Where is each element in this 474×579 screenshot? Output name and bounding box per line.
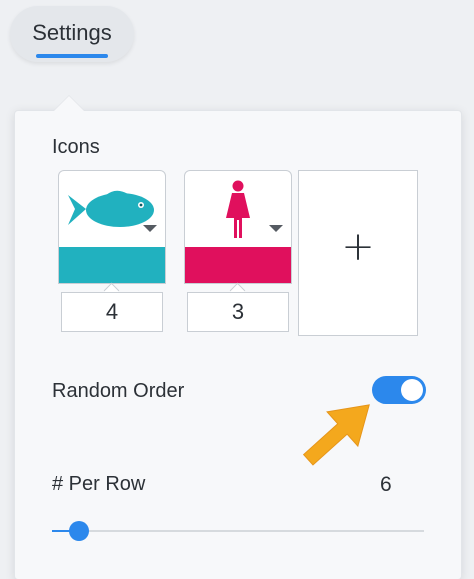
color-swatch-woman[interactable] [185,247,291,283]
settings-tab[interactable]: Settings [10,6,134,62]
icon-card-fish[interactable] [58,170,166,284]
add-icon-button[interactable]: + [298,170,418,336]
popover-arrow [54,96,84,111]
pointer-arrow-icon [302,404,370,466]
toggle-knob [401,379,423,401]
chevron-down-icon[interactable] [143,225,157,232]
icon-card-woman[interactable] [184,170,292,284]
per-row-value: 6 [380,473,392,496]
per-row-label: # Per Row [52,473,146,495]
settings-tab-label: Settings [32,20,112,45]
slider-thumb[interactable] [68,521,89,541]
plus-icon: + [341,224,375,270]
per-row-slider[interactable] [52,521,424,541]
app-stage: Settings Icons 4 3 + Random Order # Per … [0,0,474,579]
random-order-label: Random Order [52,380,185,402]
color-swatch-fish[interactable] [59,247,165,283]
chevron-down-icon[interactable] [269,225,283,232]
woman-count-input[interactable]: 3 [187,292,289,332]
icons-section-label: Icons [52,136,100,158]
settings-tab-underline [36,54,108,58]
fish-count-input[interactable]: 4 [61,292,163,332]
